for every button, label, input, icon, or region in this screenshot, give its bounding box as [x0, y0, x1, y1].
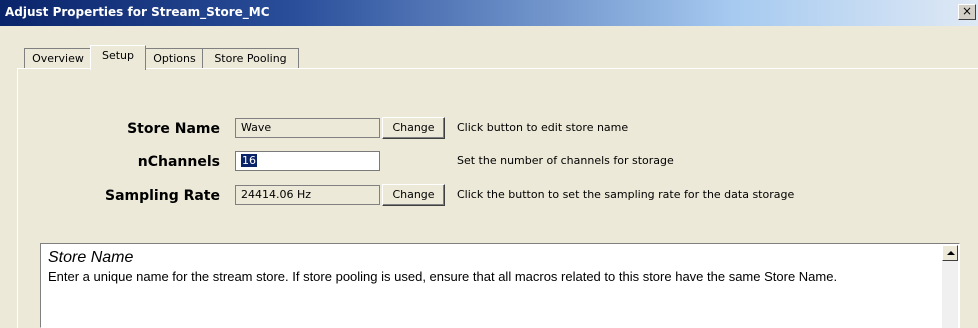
store-name-value: Wave: [241, 121, 272, 134]
help-text: Enter a unique name for the stream store…: [48, 269, 838, 284]
nchannels-hint: Set the number of channels for storage: [457, 154, 674, 167]
window-title: Adjust Properties for Stream_Store_MC: [5, 5, 270, 19]
sampling-rate-field: 24414.06 Hz: [235, 185, 380, 205]
sampling-rate-value: 24414.06 Hz: [241, 188, 312, 201]
close-icon: ×: [961, 4, 973, 18]
nchannels-value: 16: [241, 154, 257, 167]
nchannels-label: nChannels: [137, 154, 220, 170]
sampling-rate-hint: Click the button to set the sampling rat…: [457, 188, 795, 201]
scroll-up-arrow-icon[interactable]: [942, 245, 958, 261]
sampling-rate-label: Sampling Rate: [104, 188, 220, 204]
store-name-label: Store Name: [127, 121, 220, 137]
properties-dialog: Adjust Properties for Stream_Store_MC × …: [0, 0, 978, 328]
help-panel[interactable]: Store Name Enter a unique name for the s…: [40, 243, 960, 328]
help-title: Store Name: [48, 249, 134, 266]
change-sampling-rate-button[interactable]: Change: [382, 184, 445, 206]
store-name-hint: Click button to edit store name: [457, 121, 629, 134]
tab-options[interactable]: Options: [145, 48, 204, 69]
dialog-body: Overview Setup Options Store Pooling Sto…: [0, 26, 978, 328]
title-bar[interactable]: Adjust Properties for Stream_Store_MC ×: [0, 0, 978, 26]
tab-setup[interactable]: Setup: [90, 45, 146, 70]
change-store-name-button[interactable]: Change: [382, 117, 445, 139]
nchannels-input[interactable]: 16: [235, 151, 380, 171]
tab-overview[interactable]: Overview: [24, 48, 92, 69]
store-name-field: Wave: [235, 118, 380, 138]
close-button[interactable]: ×: [958, 4, 976, 20]
tab-store-pooling[interactable]: Store Pooling: [202, 48, 299, 69]
help-scrollbar[interactable]: [942, 245, 958, 328]
